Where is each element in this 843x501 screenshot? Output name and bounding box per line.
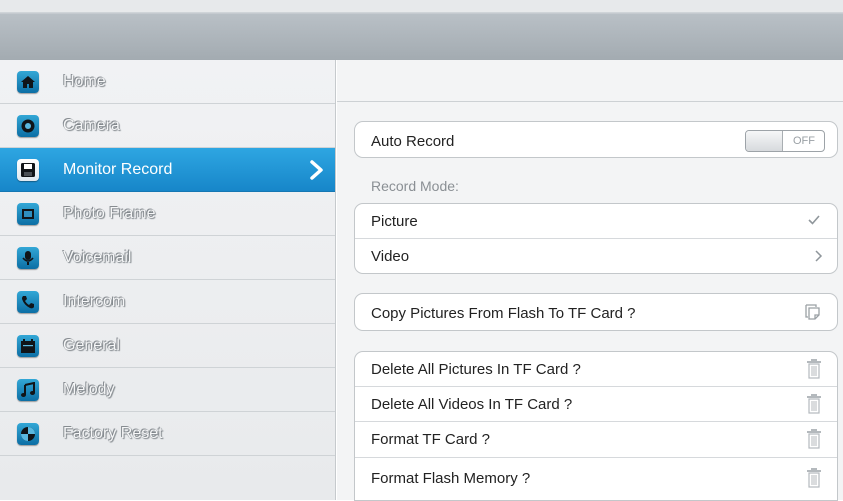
trash-icon[interactable] — [805, 393, 823, 420]
panel-header — [337, 60, 843, 102]
sidebar-item-label: Monitor Record — [63, 161, 173, 178]
sidebar-item-label: General — [63, 337, 120, 354]
sidebar-item-label: Melody — [63, 381, 115, 398]
auto-record-toggle[interactable]: OFF — [745, 130, 825, 152]
option-label: Video — [371, 248, 410, 265]
sidebar-item-factory-reset[interactable]: Factory Reset — [0, 412, 335, 456]
delete-pictures-label: Delete All Pictures In TF Card ? — [371, 361, 581, 378]
trash-icon[interactable] — [805, 358, 823, 385]
chevron-right-icon — [306, 159, 326, 181]
option-label: Picture — [371, 213, 418, 230]
trash-icon[interactable] — [805, 467, 823, 494]
auto-record-group: Auto Record OFF — [354, 121, 838, 158]
record-mode-picture[interactable]: Picture — [355, 204, 837, 239]
sidebar-item-melody[interactable]: Melody — [0, 368, 335, 412]
camera-icon — [17, 115, 39, 137]
title-bar — [0, 0, 843, 60]
music-note-icon — [17, 379, 39, 401]
phone-icon — [17, 291, 39, 313]
delete-group: Delete All Pictures In TF Card ? Delete … — [354, 351, 838, 501]
sidebar-item-intercom[interactable]: Intercom — [0, 280, 335, 324]
trash-icon[interactable] — [805, 428, 823, 455]
calendar-icon — [17, 335, 39, 357]
sidebar-item-home[interactable]: Home — [0, 60, 335, 104]
sidebar-item-monitor-record[interactable]: Monitor Record — [0, 148, 335, 192]
copy-pictures-label: Copy Pictures From Flash To TF Card ? — [371, 305, 636, 322]
home-icon — [17, 71, 39, 93]
copy-group: Copy Pictures From Flash To TF Card ? — [354, 293, 838, 331]
delete-videos-label: Delete All Videos In TF Card ? — [371, 396, 573, 413]
toggle-state: OFF — [793, 135, 815, 147]
format-flash-memory-row[interactable]: Format Flash Memory ? — [355, 458, 837, 500]
sidebar-item-general[interactable]: General — [0, 324, 335, 368]
format-flash-memory-label: Format Flash Memory ? — [371, 470, 531, 487]
auto-record-row: Auto Record OFF — [355, 122, 837, 157]
floppy-disk-icon — [17, 159, 39, 181]
checkmark-icon — [807, 213, 821, 232]
sidebar-item-label: Intercom — [63, 293, 126, 310]
sidebar-item-label: Home — [63, 73, 106, 90]
sidebar-item-photo-frame[interactable]: Photo Frame — [0, 192, 335, 236]
format-tf-card-row[interactable]: Format TF Card ? — [355, 422, 837, 458]
sidebar-item-voicemail[interactable]: Voicemail — [0, 236, 335, 280]
sidebar: Home Camera Monitor Record Photo Frame V… — [0, 60, 336, 500]
photo-frame-icon — [17, 203, 39, 225]
microphone-icon — [17, 247, 39, 269]
auto-record-label: Auto Record — [371, 133, 455, 150]
sidebar-item-label: Camera — [63, 117, 120, 134]
chevron-right-icon — [813, 249, 823, 268]
sidebar-item-label: Photo Frame — [63, 205, 156, 222]
sidebar-item-label: Factory Reset — [63, 425, 163, 442]
toggle-knob — [746, 131, 783, 151]
settings-panel: Auto Record OFF Record Mode: Picture Vid… — [337, 60, 843, 501]
sidebar-item-camera[interactable]: Camera — [0, 104, 335, 148]
reset-icon — [17, 423, 39, 445]
record-mode-label: Record Mode: — [371, 178, 459, 194]
delete-videos-row[interactable]: Delete All Videos In TF Card ? — [355, 387, 837, 422]
copy-pictures-row[interactable]: Copy Pictures From Flash To TF Card ? — [355, 294, 837, 330]
record-mode-group: Picture Video — [354, 203, 838, 274]
copy-icon[interactable] — [803, 302, 823, 327]
record-mode-video[interactable]: Video — [355, 239, 837, 273]
delete-pictures-row[interactable]: Delete All Pictures In TF Card ? — [355, 352, 837, 387]
format-tf-card-label: Format TF Card ? — [371, 431, 490, 448]
sidebar-item-label: Voicemail — [63, 249, 132, 266]
